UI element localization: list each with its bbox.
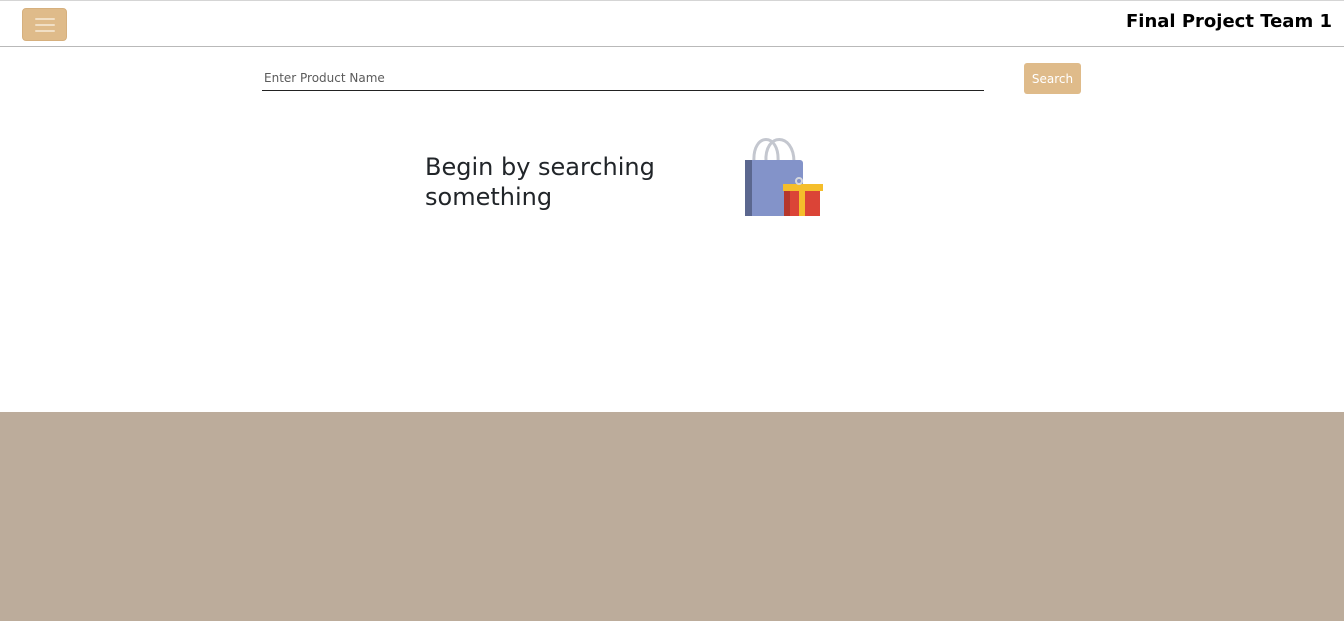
search-button[interactable]: Search xyxy=(1024,63,1081,94)
product-search-input[interactable] xyxy=(262,66,984,91)
brand-title[interactable]: Final Project Team 1 xyxy=(1126,11,1332,32)
footer xyxy=(0,412,1344,621)
empty-state-message: Begin by searching something xyxy=(425,153,655,211)
navbar: Final Project Team 1 xyxy=(0,0,1344,47)
shopping-bag-with-gift-icon xyxy=(745,138,823,216)
menu-toggle-button[interactable] xyxy=(22,8,67,41)
